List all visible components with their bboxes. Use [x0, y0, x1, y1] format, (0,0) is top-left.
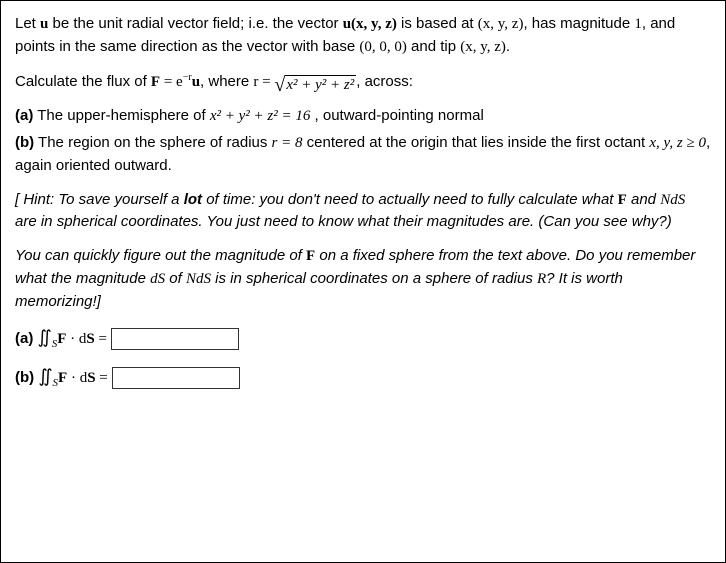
dot-d: · d — [66, 331, 86, 347]
answer-a-input[interactable] — [111, 328, 239, 350]
radicand: x² + y² + z² — [285, 75, 356, 93]
answer-a-row: (a) ∬SF · dS = — [15, 324, 711, 353]
u-bold: u — [192, 74, 200, 90]
text: of time: you don't need to actually need… — [202, 191, 618, 208]
radical-sign: √ — [274, 74, 285, 96]
text: [ Hint: To save yourself a — [15, 191, 184, 208]
r-8: r = 8 — [272, 135, 303, 151]
octant-cond: x, y, z ≥ 0 — [649, 135, 706, 151]
F-bold: F — [58, 370, 67, 386]
u-xyz: u(x, y, z) — [343, 16, 397, 32]
lot-emph: lot — [184, 191, 202, 208]
part-a: (a) The upper-hemisphere of x² + y² + z²… — [15, 105, 711, 128]
equals: = — [96, 370, 108, 386]
S-bold: S — [86, 331, 94, 347]
text: , has magnitude — [523, 15, 634, 32]
F-bold: F — [57, 331, 66, 347]
one: 1 — [634, 16, 642, 32]
text: of — [165, 270, 186, 287]
text: , outward-pointing normal — [310, 107, 483, 124]
sphere-eq: x² + y² + z² = 16 — [210, 108, 311, 124]
equals: = — [95, 331, 107, 347]
double-integral-icon: ∬ — [38, 366, 52, 386]
hint-paragraph-2: You can quickly figure out the magnitude… — [15, 245, 711, 312]
eq-e: = e — [160, 74, 183, 90]
text: be the unit radial vector field; i.e. th… — [48, 15, 342, 32]
calc-paragraph: Calculate the flux of F = e−ru, where r … — [15, 71, 711, 94]
text: is based at — [397, 15, 478, 32]
text: and tip — [407, 38, 460, 55]
double-integral-icon: ∬ — [38, 327, 52, 347]
text: The region on the sphere of radius — [34, 134, 271, 151]
NdS: NdS — [660, 192, 685, 208]
xyz-tuple: (x, y, z) — [460, 39, 506, 55]
dS: dS — [150, 271, 165, 287]
text: , across: — [356, 73, 413, 90]
dot-d: · d — [67, 370, 87, 386]
answer-b-row: (b) ∬SF · dS = — [15, 363, 711, 392]
sqrt-expr: √x² + y² + z² — [274, 73, 356, 93]
text: Let — [15, 15, 40, 32]
part-b: (b) The region on the sphere of radius r… — [15, 132, 711, 177]
xyz-tuple: (x, y, z) — [478, 16, 524, 32]
origin-tuple: (0, 0, 0) — [359, 39, 407, 55]
intro-paragraph: Let u be the unit radial vector field; i… — [15, 13, 711, 59]
r-eq: r = — [253, 74, 274, 90]
F-bold: F — [306, 248, 315, 264]
text: The upper-hemisphere of — [33, 107, 210, 124]
text: Calculate the flux of — [15, 73, 151, 90]
text: , where — [200, 73, 253, 90]
part-a-label: (a) — [15, 107, 33, 124]
R: R — [537, 271, 546, 287]
text: is in spherical coordinates on a sphere … — [211, 270, 537, 287]
F-bold: F — [151, 74, 160, 90]
part-b-label: (b) — [15, 134, 34, 151]
answer-b-input[interactable] — [112, 367, 240, 389]
text: centered at the origin that lies inside … — [303, 134, 650, 151]
text: You can quickly figure out the magnitude… — [15, 247, 306, 264]
hint-paragraph-1: [ Hint: To save yourself a lot of time: … — [15, 189, 711, 234]
problem-page: Let u be the unit radial vector field; i… — [0, 0, 726, 563]
NdS: NdS — [186, 271, 211, 287]
answer-b-label: (b) — [15, 369, 38, 386]
text: are in spherical coordinates. You just n… — [15, 213, 672, 230]
F-bold: F — [618, 192, 627, 208]
S-bold: S — [87, 370, 95, 386]
exp-neg-r: −r — [183, 72, 192, 83]
text: . — [506, 38, 510, 55]
text: and — [627, 191, 660, 208]
answer-a-label: (a) — [15, 330, 38, 347]
